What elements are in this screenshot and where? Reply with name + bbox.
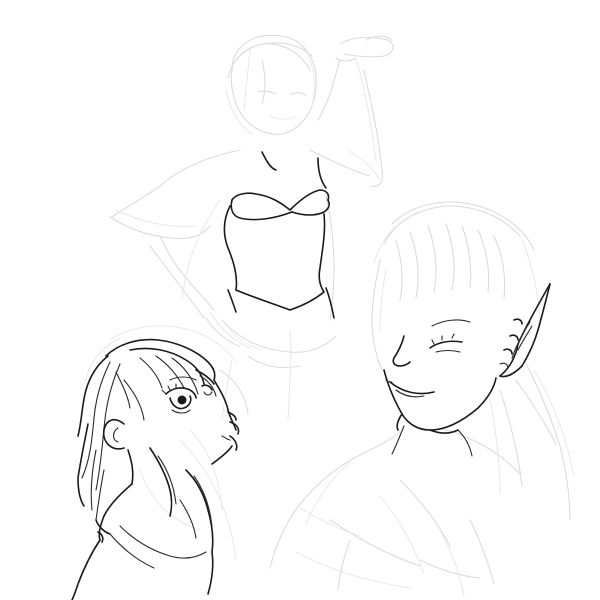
elf-girl-hair-sketch (371, 201, 575, 521)
elf-girl-body-sketch (269, 427, 521, 597)
sketch-artwork (71, 34, 575, 600)
standing-figure (109, 34, 394, 421)
girl-looking-up-sketch (85, 325, 249, 561)
girl-looking-up-neck-ink (71, 449, 214, 600)
standing-figure-torso-sketch (109, 149, 371, 421)
girl-looking-up-face-ink (161, 376, 240, 465)
drawing-canvas (0, 0, 600, 600)
girl-looking-up (71, 325, 249, 600)
girl-looking-up-hair-ink (77, 338, 217, 553)
standing-figure-bodice-ink (223, 151, 335, 319)
standing-figure-raised-arm-sketch (317, 35, 394, 187)
elf-girl (269, 201, 575, 597)
elf-girl-face-ink (383, 319, 497, 434)
girl-looking-up-ear-ink (102, 418, 125, 450)
standing-figure-head-sketch (225, 34, 317, 135)
